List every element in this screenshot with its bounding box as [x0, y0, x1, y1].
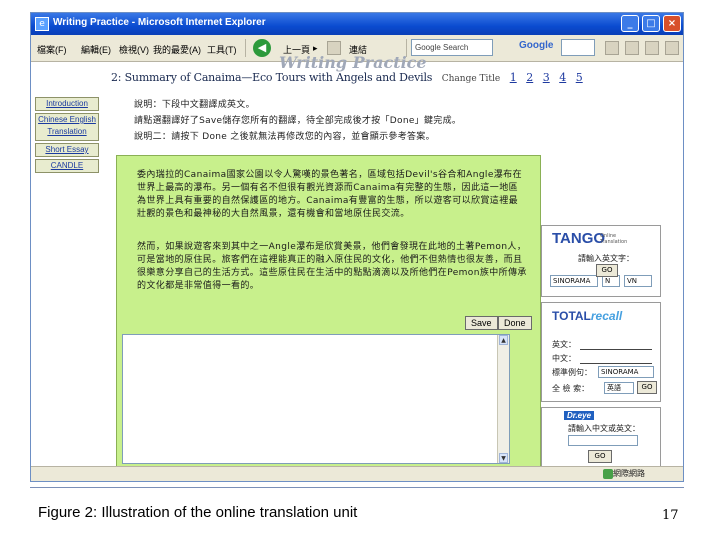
menu-file[interactable]: 檔案(F) [37, 43, 67, 56]
totalrecall-lang-select[interactable]: 英語 [604, 382, 634, 394]
source-paragraph-1: 委內瑞拉的Canaima國家公園以令人驚嘆的景色著名，區域包括Devil's谷合… [137, 170, 522, 219]
english-field-label: 英文： [552, 340, 576, 349]
textarea-scrollbar[interactable]: ▲ ▼ [497, 335, 509, 463]
page-link-4[interactable]: 4 [559, 71, 566, 84]
toolbar-tool-icon[interactable] [645, 41, 659, 55]
dreye-logo: Dr.eye [564, 411, 595, 420]
menu-favorites[interactable]: 我的最愛(A) [153, 43, 201, 56]
change-title-link[interactable]: Change Title [442, 74, 501, 84]
slide-divider [30, 487, 684, 488]
english-field[interactable] [580, 349, 652, 350]
title-bar: e Writing Practice - Microsoft Internet … [31, 13, 683, 35]
toolbar-tool-icon[interactable] [625, 41, 639, 55]
ie-icon: e [35, 17, 49, 31]
search-mode-label: 全 檢 索： [552, 384, 590, 393]
tango-go-button[interactable]: GO [596, 264, 618, 277]
close-button[interactable]: × [663, 15, 681, 32]
page-link-2[interactable]: 2 [526, 71, 533, 84]
nav-candle[interactable]: CANDLE [35, 159, 99, 173]
translation-panel: 委內瑞拉的Canaima國家公園以令人驚嘆的景色著名，區域包括Devil's谷合… [116, 155, 541, 475]
source-field-label: 標準例句： [552, 368, 592, 377]
summary-line: 2: Summary of Canaima—Eco Tours with Ang… [111, 71, 583, 84]
totalrecall-brand-b: recall [590, 309, 623, 323]
instruction-1: 說明：下段中文翻譯成英文。 [134, 100, 255, 110]
page-link-5[interactable]: 5 [576, 71, 583, 84]
toolbar-tool-icon[interactable] [605, 41, 619, 55]
menu-edit[interactable]: 編輯(E) [81, 43, 111, 56]
scroll-up-icon[interactable]: ▲ [499, 335, 508, 345]
tango-source-select[interactable]: SINORAMA [550, 275, 598, 287]
status-bar: 網際網路 [31, 466, 683, 481]
back-arrow-icon[interactable]: ◀ [253, 39, 271, 57]
tango-dictionary-panel: TANGO Online Translation 請輸入英文字： SINORAM… [541, 225, 661, 297]
minimize-button[interactable]: _ [621, 15, 639, 32]
chinese-field-label: 中文： [552, 354, 576, 363]
totalrecall-brand-a: TOTAL [552, 309, 591, 323]
tango-logo: TANGO [552, 230, 606, 247]
figure-caption: Figure 2: Illustration of the online tra… [38, 504, 358, 521]
toolbar-separator [245, 39, 246, 57]
page-content: Writing Practice 2: Summary of Canaima—E… [31, 53, 683, 481]
save-button[interactable]: Save [465, 316, 498, 330]
dreye-input[interactable] [568, 435, 638, 446]
instruction-2: 請點選翻譯好了Save儲存您所有的翻譯，待全部完成後才按「Done」鍵完成。 [134, 116, 462, 126]
google-dropdown[interactable] [561, 39, 595, 56]
totalrecall-panel: TOTALrecall 英文： 中文： 標準例句： SINORAMA 全 檢 索… [541, 302, 661, 402]
maximize-button[interactable]: □ [642, 15, 660, 32]
dreye-go-button[interactable]: GO [588, 450, 612, 463]
totalrecall-go-button[interactable]: GO [637, 381, 657, 394]
nav-short-essay[interactable]: Short Essay [35, 143, 99, 157]
page-link-1[interactable]: 1 [510, 71, 517, 84]
done-button[interactable]: Done [498, 316, 532, 330]
menu-tools[interactable]: 工具(T) [207, 43, 237, 56]
toolbar-tool-icon[interactable] [665, 41, 679, 55]
chinese-field[interactable] [580, 363, 652, 364]
totalrecall-logo: TOTALrecall [552, 309, 622, 323]
translation-textarea[interactable]: ▲ ▼ [122, 334, 510, 464]
source-paragraph-2: 然而，如果說遊客來到其中之一Angle瀑布是欣賞美景，他們會發現在此地的土著Pe… [137, 242, 527, 291]
tango-type-select[interactable]: VN [624, 275, 652, 287]
status-zone-text: 網際網路 [613, 469, 645, 478]
tango-logo-subtitle: Online Translation [600, 233, 628, 245]
window-title: Writing Practice - Microsoft Internet Ex… [53, 17, 266, 28]
scroll-down-icon[interactable]: ▼ [499, 453, 508, 463]
menu-view[interactable]: 檢視(V) [119, 43, 149, 56]
nav-chinese-english-translation[interactable]: Chinese English Translation [35, 113, 99, 141]
dreye-panel: Dr.eye 請輸入中文或英文： GO [541, 407, 661, 469]
tango-prompt: 請輸入英文字： [578, 254, 634, 263]
dreye-prompt: 請輸入中文或英文： [568, 424, 640, 433]
summary-title: 2: Summary of Canaima—Eco Tours with Ang… [111, 71, 433, 84]
instruction-3: 說明二：請按下 Done 之後就無法再修改您的內容，並會顯示參考答案。 [134, 132, 435, 142]
internet-zone-icon [603, 469, 613, 479]
left-nav: Introduction Chinese English Translation… [35, 97, 99, 175]
page-link-3[interactable]: 3 [543, 71, 550, 84]
nav-introduction[interactable]: Introduction [35, 97, 99, 111]
page-number: 17 [662, 508, 679, 523]
google-toolbar-label[interactable]: Google [519, 40, 553, 51]
browser-window: e Writing Practice - Microsoft Internet … [30, 12, 684, 482]
page-heading: Writing Practice [279, 53, 427, 72]
totalrecall-source-select[interactable]: SINORAMA [598, 366, 654, 378]
